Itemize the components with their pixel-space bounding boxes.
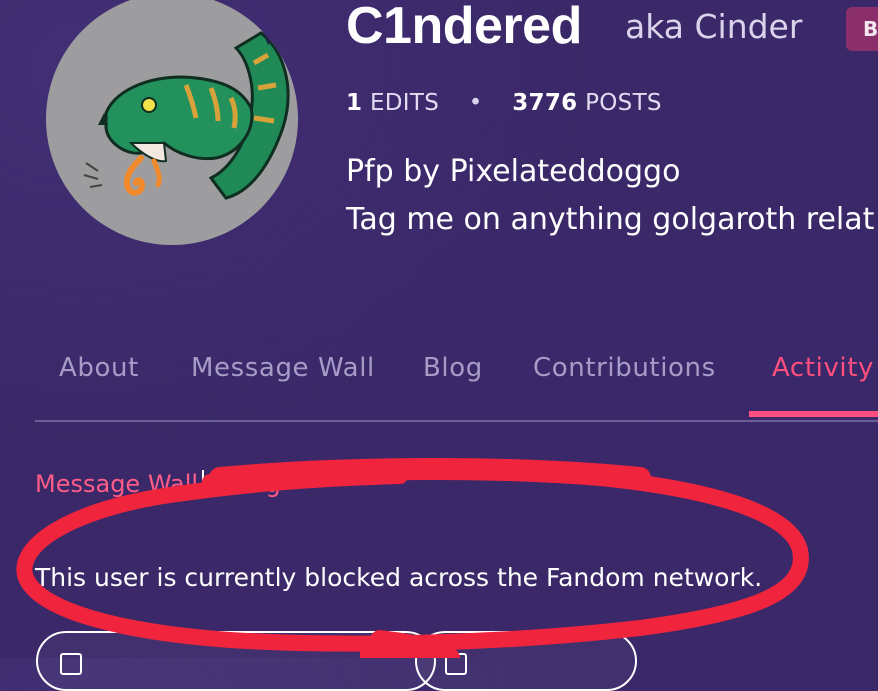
user-stats: 1 EDITS • 3776 POSTS	[346, 86, 662, 120]
action-button-left[interactable]	[36, 631, 436, 691]
bio-line: Pfp by Pixelateddoggo	[346, 154, 681, 189]
tabs-divider	[35, 420, 878, 422]
edits-count: 1	[346, 90, 363, 116]
bio-line: Tag me on anything golgaroth relat	[346, 202, 875, 237]
user-bio: Pfp by Pixelateddoggo Tag me on anything…	[346, 148, 874, 244]
dragon-avatar-icon	[83, 28, 290, 200]
stats-separator: •	[468, 90, 483, 116]
aka-word: aka	[625, 7, 684, 46]
edits-label: EDITS	[369, 90, 440, 116]
avatar[interactable]	[46, 0, 298, 245]
posts-count: 3776	[512, 90, 578, 116]
posts-label: POSTS	[585, 90, 662, 116]
action-button-right[interactable]	[415, 631, 637, 691]
tab-contributions[interactable]: Contributions	[533, 345, 716, 391]
checkbox-icon	[445, 653, 467, 675]
sublink-separator	[202, 470, 205, 496]
user-badge[interactable]: B	[846, 7, 878, 51]
tab-message-wall[interactable]: Message Wall	[191, 345, 375, 391]
sublink-obscured[interactable]: e log	[214, 470, 281, 498]
tab-activity[interactable]: Activity	[772, 345, 874, 391]
tab-blog[interactable]: Blog	[423, 345, 483, 391]
username: C1ndered	[346, 0, 582, 55]
activity-sublinks: Message Wall e log	[35, 466, 281, 502]
aka-name: Cinder	[694, 7, 803, 46]
active-tab-indicator	[749, 411, 878, 417]
profile-tabs: About Message Wall Blog Contributions Ac…	[0, 345, 878, 421]
aka-label: aka Cinder	[625, 5, 802, 49]
tab-about[interactable]: About	[59, 345, 139, 391]
sublink-message-wall[interactable]: Message Wall	[35, 470, 198, 498]
checkbox-icon	[60, 653, 82, 675]
blocked-notice: This user is currently blocked across th…	[35, 563, 763, 592]
